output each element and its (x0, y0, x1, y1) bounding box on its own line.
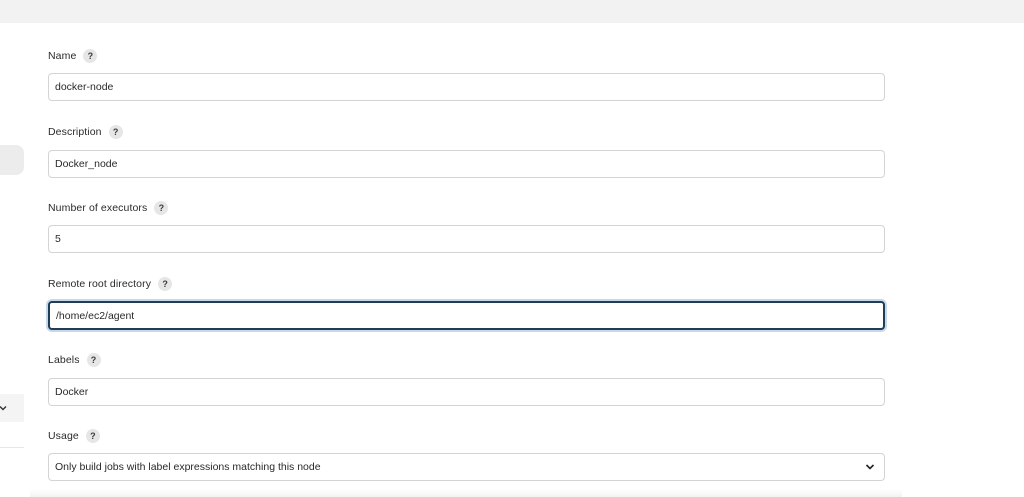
help-icon[interactable]: ? (108, 125, 123, 139)
usage-select[interactable]: Only build jobs with label expressions m… (48, 453, 885, 481)
help-icon[interactable]: ? (158, 277, 173, 291)
help-icon[interactable]: ? (154, 201, 169, 215)
description-field: Description ? (48, 123, 885, 141)
side-panel-tab[interactable] (0, 145, 24, 175)
usage-selected-value: Only build jobs with label expressions m… (55, 461, 321, 473)
form-bottom-edge (30, 489, 902, 497)
executors-label: Number of executors (48, 202, 148, 214)
description-label: Description (48, 126, 102, 138)
name-field: Name ? (48, 47, 885, 65)
chevron-down-icon (0, 406, 7, 411)
description-input[interactable] (48, 150, 885, 178)
side-panel-dropdown[interactable] (0, 394, 24, 422)
remote-root-label: Remote root directory (48, 278, 152, 290)
labels-label: Labels (48, 354, 80, 366)
side-panel-divider (0, 447, 24, 448)
remote-root-field: Remote root directory ? (48, 275, 885, 293)
labels-input[interactable] (48, 378, 885, 406)
remote-root-input[interactable] (48, 301, 885, 330)
labels-field: Labels ? (48, 351, 885, 369)
help-icon[interactable]: ? (86, 353, 101, 367)
help-icon[interactable]: ? (85, 429, 100, 443)
usage-field: Usage ? (48, 427, 885, 445)
chevron-down-icon (865, 464, 875, 470)
name-label: Name (48, 50, 77, 62)
help-icon[interactable]: ? (83, 49, 98, 63)
name-input[interactable] (48, 73, 885, 101)
usage-label: Usage (48, 430, 79, 442)
executors-input[interactable] (48, 225, 885, 253)
executors-field: Number of executors ? (48, 199, 885, 217)
top-bar (0, 0, 1024, 23)
